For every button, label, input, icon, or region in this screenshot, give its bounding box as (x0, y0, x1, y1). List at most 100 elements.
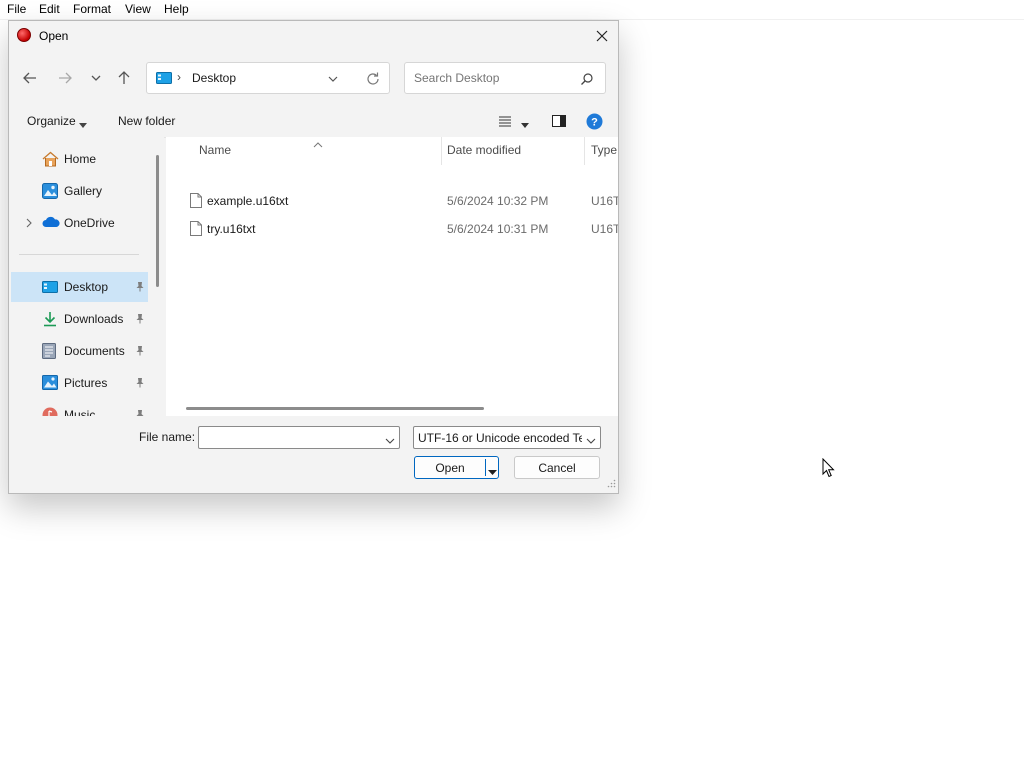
sidebar-item-label: Pictures (64, 376, 108, 390)
column-header-date[interactable]: Date modified (447, 143, 521, 157)
pin-icon (135, 345, 145, 359)
view-options-icon[interactable] (498, 115, 512, 130)
chevron-down-icon (586, 434, 596, 448)
file-row[interactable]: example.u16txt 5/6/2024 10:32 PM U16T (166, 187, 618, 215)
resize-grip-icon[interactable] (607, 477, 616, 491)
new-folder-button[interactable]: New folder (118, 114, 175, 128)
file-name-combobox[interactable] (198, 426, 400, 449)
sidebar-item-label: Documents (64, 344, 125, 358)
search-box[interactable]: Search Desktop (404, 62, 606, 94)
sidebar-item-gallery[interactable]: Gallery (11, 176, 148, 206)
breadcrumb-current[interactable]: Desktop (192, 71, 236, 85)
sidebar-divider (19, 254, 139, 255)
navigation-pane: Home Gallery OneDrive Desktop Downloads … (9, 137, 164, 416)
svg-text:?: ? (591, 117, 598, 129)
sidebar-scrollbar[interactable] (156, 155, 159, 287)
file-type: U16T (591, 194, 618, 208)
column-separator[interactable] (441, 137, 442, 165)
sidebar-item-label: OneDrive (64, 216, 115, 230)
search-icon (580, 72, 594, 89)
sidebar-item-label: Music (64, 408, 96, 416)
home-icon (42, 151, 59, 170)
back-button[interactable] (19, 67, 41, 89)
file-type: U16T (591, 222, 618, 236)
music-icon (42, 407, 58, 416)
arrow-up-icon (118, 71, 130, 84)
chevron-right-icon[interactable] (25, 217, 33, 231)
sidebar-item-label: Gallery (64, 184, 103, 198)
open-button-label: Open (435, 461, 465, 475)
column-header-type[interactable]: Type (591, 143, 617, 157)
organize-menu-button[interactable]: Organize (27, 114, 76, 128)
horizontal-scrollbar[interactable] (186, 407, 484, 410)
menu-format[interactable]: Format (73, 2, 111, 16)
sidebar-item-label: Desktop (64, 280, 109, 294)
address-bar[interactable]: › Desktop (146, 62, 390, 94)
search-placeholder: Search Desktop (414, 71, 500, 85)
file-name-label: File name: (139, 430, 196, 444)
sidebar-item-label: Downloads (64, 312, 124, 326)
file-icon (190, 221, 202, 239)
sidebar-item-music[interactable]: Music (11, 400, 148, 416)
app-menubar: File Edit Format View Help (0, 0, 1024, 20)
column-separator[interactable] (584, 137, 585, 165)
file-type-select[interactable]: UTF-16 or Unicode encoded Te (413, 426, 601, 449)
sort-ascending-icon (313, 137, 323, 151)
menu-help[interactable]: Help (164, 2, 189, 16)
help-icon[interactable]: ? (586, 113, 603, 133)
command-bar: Organize New folder ? (9, 106, 618, 138)
chevron-down-icon (91, 75, 101, 81)
refresh-icon (367, 72, 379, 85)
cancel-button-label: Cancel (538, 461, 576, 475)
chevron-down-icon[interactable] (385, 434, 395, 448)
sidebar-item-home[interactable]: Home (11, 144, 148, 174)
file-name-input[interactable] (201, 429, 380, 448)
close-button[interactable] (590, 24, 614, 48)
arrow-right-icon (59, 72, 72, 84)
recent-locations-button[interactable] (85, 67, 107, 89)
caret-down-icon[interactable] (521, 118, 529, 132)
documents-icon (42, 343, 56, 362)
column-header-name[interactable]: Name (199, 143, 231, 157)
file-name: try.u16txt (207, 222, 256, 236)
sidebar-item-label: Home (64, 152, 97, 166)
app-icon (17, 28, 31, 42)
refresh-button[interactable] (365, 71, 381, 90)
file-date: 5/6/2024 10:32 PM (447, 194, 549, 208)
open-button[interactable]: Open (414, 456, 499, 479)
mouse-cursor-icon (822, 457, 835, 481)
split-divider (485, 459, 486, 476)
dialog-footer: File name: UTF-16 or Unicode encoded Te … (9, 416, 618, 493)
sidebar-item-onedrive[interactable]: OneDrive (11, 208, 148, 238)
pictures-icon (42, 375, 58, 393)
caret-down-icon[interactable] (488, 465, 497, 479)
navigation-bar: › Desktop Search Desktop (9, 51, 618, 106)
file-type-selected: UTF-16 or Unicode encoded Te (418, 431, 582, 445)
preview-pane-icon[interactable] (552, 115, 566, 130)
arrow-left-icon (23, 72, 36, 84)
up-button[interactable] (113, 67, 135, 89)
sidebar-item-desktop[interactable]: Desktop (11, 272, 148, 302)
caret-down-icon[interactable] (79, 118, 87, 132)
menu-file[interactable]: File (7, 2, 26, 16)
open-dialog: Open › Desktop Search Desktop Organize N… (8, 20, 619, 494)
file-name: example.u16txt (207, 194, 289, 208)
sidebar-item-downloads[interactable]: Downloads (11, 304, 148, 334)
chevron-down-icon (328, 76, 338, 82)
close-icon (596, 30, 608, 42)
gallery-icon (42, 183, 58, 202)
breadcrumb-chevron-icon: › (177, 70, 181, 84)
sidebar-item-pictures[interactable]: Pictures (11, 368, 148, 398)
desktop-folder-icon (42, 281, 58, 297)
pin-icon (135, 377, 145, 391)
downloads-icon (42, 311, 58, 330)
dialog-titlebar[interactable]: Open (9, 21, 618, 51)
forward-button[interactable] (54, 67, 76, 89)
cancel-button[interactable]: Cancel (514, 456, 600, 479)
menu-view[interactable]: View (125, 2, 151, 16)
address-history-button[interactable] (327, 73, 339, 88)
pin-icon (135, 409, 145, 416)
file-row[interactable]: try.u16txt 5/6/2024 10:31 PM U16T (166, 215, 618, 243)
menu-edit[interactable]: Edit (39, 2, 60, 16)
sidebar-item-documents[interactable]: Documents (11, 336, 148, 366)
